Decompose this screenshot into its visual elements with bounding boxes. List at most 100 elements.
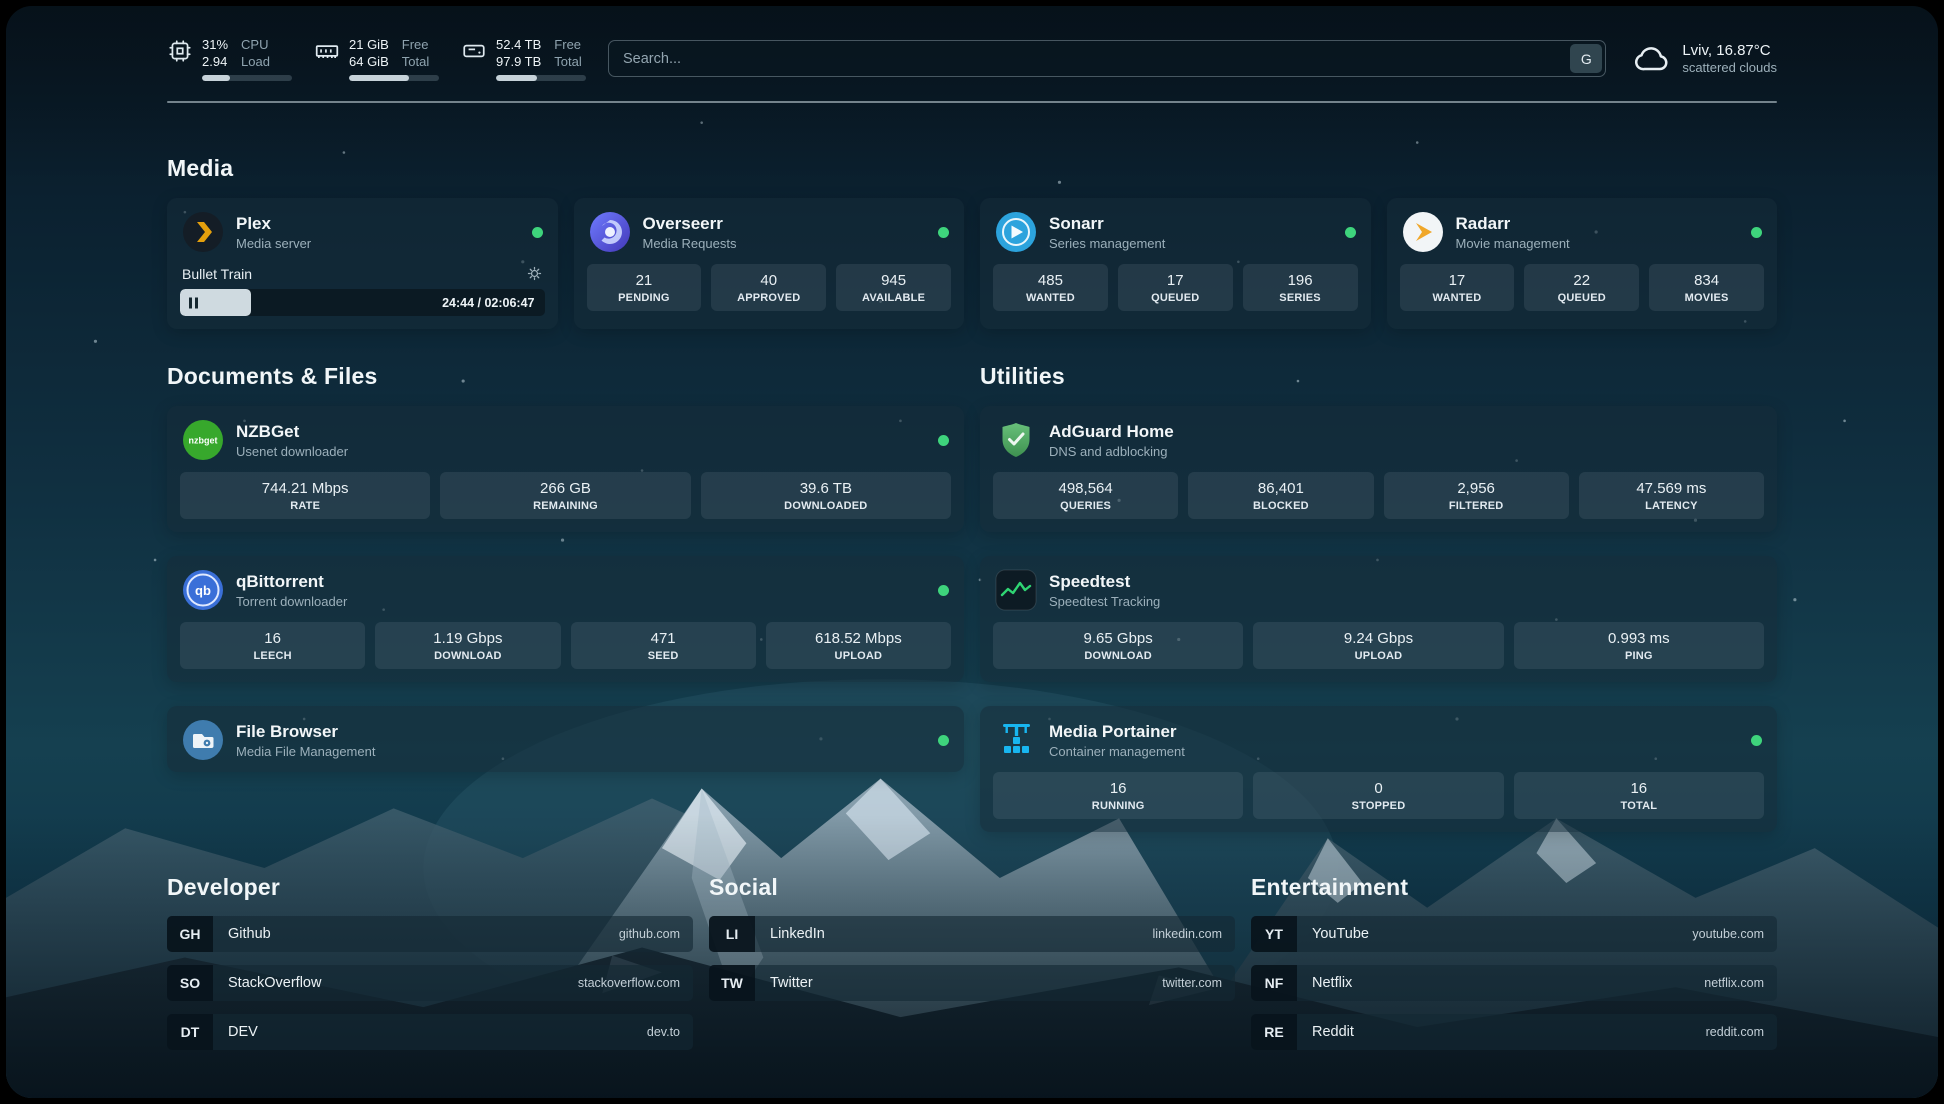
stat-rate: 744.21 MbpsRATE	[180, 472, 430, 519]
service-card-radarr[interactable]: Radarr Movie management 17WANTED 22QUEUE…	[1387, 198, 1778, 329]
portainer-icon	[995, 719, 1037, 761]
bookmark-abbr: LI	[709, 916, 755, 952]
media-time: 24:44 / 02:06:47	[442, 296, 534, 310]
bookmark-reddit[interactable]: RE Reddit reddit.com	[1251, 1014, 1777, 1050]
service-card-plex[interactable]: Plex Media server Bullet Train	[167, 198, 558, 329]
filebrowser-icon	[182, 719, 224, 761]
stat-total: 16TOTAL	[1514, 772, 1764, 819]
bookmark-name: Github	[213, 916, 271, 952]
stat-queued: 17QUEUED	[1118, 264, 1233, 311]
stat-label: TOTAL	[1518, 800, 1760, 812]
bookmark-abbr: TW	[709, 965, 755, 1001]
stat-label: SEED	[575, 650, 752, 662]
bookmark-name: StackOverflow	[213, 965, 321, 1001]
bookmarks-entertainment: Entertainment YT YouTube youtube.com NF …	[1251, 874, 1777, 1050]
service-title: File Browser	[236, 722, 375, 742]
stat-label: UPLOAD	[1257, 650, 1499, 662]
system-metrics: 31% 2.94 CPU Load	[167, 36, 586, 81]
stat-value: 834	[1653, 272, 1760, 289]
cpu-load: 2.94	[202, 53, 228, 70]
cpu-progress-bar	[202, 75, 292, 81]
stat-seed: 471 SEED	[571, 622, 756, 669]
search-input[interactable]	[608, 40, 1606, 77]
stat-queries: 498,564QUERIES	[993, 472, 1178, 519]
service-card-portainer[interactable]: Media Portainer Container management 16R…	[980, 706, 1777, 832]
service-title: Sonarr	[1049, 214, 1165, 234]
qbittorrent-icon: qb	[182, 569, 224, 611]
bookmark-name: LinkedIn	[755, 916, 825, 952]
bookmark-domain: stackoverflow.com	[578, 965, 693, 1001]
service-subtitle: Container management	[1049, 744, 1185, 759]
stat-latency: 47.569 ms LATENCY	[1579, 472, 1764, 519]
service-subtitle: DNS and adblocking	[1049, 444, 1174, 459]
service-subtitle: Media Requests	[643, 236, 737, 251]
weather-widget[interactable]: Lviv, 16.87°C scattered clouds	[1632, 39, 1777, 79]
status-online-dot	[532, 227, 543, 238]
stat-download: 1.19 GbpsDOWNLOAD	[375, 622, 560, 669]
bookmark-twitter[interactable]: TW Twitter twitter.com	[709, 965, 1235, 1001]
bookmark-netflix[interactable]: NF Netflix netflix.com	[1251, 965, 1777, 1001]
stat-value: 1.19 Gbps	[379, 630, 556, 647]
service-subtitle: Media File Management	[236, 744, 375, 759]
stat-label: LATENCY	[1583, 500, 1760, 512]
service-card-sonarr[interactable]: Sonarr Series management 485WANTED 17QUE…	[980, 198, 1371, 329]
weather-condition: scattered clouds	[1682, 60, 1777, 75]
stat-label: LEECH	[184, 650, 361, 662]
plex-icon	[182, 211, 224, 253]
stat-wanted: 17WANTED	[1400, 264, 1515, 311]
stat-approved: 40APPROVED	[711, 264, 826, 311]
pause-button[interactable]	[189, 297, 198, 308]
bookmark-stackoverflow[interactable]: SO StackOverflow stackoverflow.com	[167, 965, 693, 1001]
settings-gear-icon[interactable]	[526, 265, 543, 282]
section-title-documents: Documents & Files	[167, 363, 964, 390]
stat-movies: 834MOVIES	[1649, 264, 1764, 311]
bookmark-youtube[interactable]: YT YouTube youtube.com	[1251, 916, 1777, 952]
disk-free: 52.4 TB	[496, 36, 541, 53]
service-card-filebrowser[interactable]: File Browser Media File Management	[167, 706, 964, 772]
service-card-overseerr[interactable]: Overseerr Media Requests 21PENDING 40APP…	[574, 198, 965, 329]
service-subtitle: Movie management	[1456, 236, 1570, 251]
search-bar: G	[608, 40, 1606, 77]
bookmark-domain: twitter.com	[1162, 965, 1235, 1001]
service-card-nzbget[interactable]: nzbget NZBGet Usenet downloader 744.21 M…	[167, 406, 964, 532]
stat-available: 945AVAILABLE	[836, 264, 951, 311]
stat-value: 945	[840, 272, 947, 289]
service-card-speedtest[interactable]: Speedtest Speedtest Tracking 9.65 GbpsDO…	[980, 556, 1777, 682]
service-card-adguard[interactable]: AdGuard Home DNS and adblocking 498,564Q…	[980, 406, 1777, 532]
stat-leech: 16LEECH	[180, 622, 365, 669]
stat-label: DOWNLOADED	[705, 500, 947, 512]
stat-label: PING	[1518, 650, 1760, 662]
search-engine-badge[interactable]: G	[1570, 44, 1602, 73]
stat-wanted: 485WANTED	[993, 264, 1108, 311]
bookmark-abbr: NF	[1251, 965, 1297, 1001]
nzbget-icon: nzbget	[182, 419, 224, 461]
radarr-icon	[1402, 211, 1444, 253]
stat-value: 498,564	[997, 480, 1174, 497]
section-title-utilities: Utilities	[980, 363, 1777, 390]
stat-label: RUNNING	[997, 800, 1239, 812]
bookmark-abbr: GH	[167, 916, 213, 952]
section-documents: Documents & Files nzbget NZBGet Usenet d…	[167, 363, 964, 832]
bookmark-dev[interactable]: DT DEV dev.to	[167, 1014, 693, 1050]
ram-free-label: Free	[402, 36, 429, 53]
weather-location: Lviv, 16.87°C	[1682, 42, 1777, 59]
bookmark-domain: netflix.com	[1704, 965, 1777, 1001]
adguard-icon	[995, 419, 1037, 461]
stat-value: 47.569 ms	[1583, 480, 1760, 497]
bookmark-linkedin[interactable]: LI LinkedIn linkedin.com	[709, 916, 1235, 952]
service-subtitle: Torrent downloader	[236, 594, 347, 609]
service-title: qBittorrent	[236, 572, 347, 592]
service-card-qbittorrent[interactable]: qb qBittorrent Torrent downloader 16LEEC…	[167, 556, 964, 682]
stat-value: 17	[1122, 272, 1229, 289]
ram-icon	[314, 38, 340, 64]
media-progress-bar[interactable]: 24:44 / 02:06:47	[180, 289, 545, 316]
bookmark-github[interactable]: GH Github github.com	[167, 916, 693, 952]
cpu-load-label: Load	[241, 53, 270, 70]
stat-label: FILTERED	[1388, 500, 1565, 512]
service-title: Speedtest	[1049, 572, 1160, 592]
stat-value: 471	[575, 630, 752, 647]
stat-stopped: 0STOPPED	[1253, 772, 1503, 819]
stat-label: WANTED	[1404, 292, 1511, 304]
service-subtitle: Series management	[1049, 236, 1165, 251]
stat-value: 0.993 ms	[1518, 630, 1760, 647]
